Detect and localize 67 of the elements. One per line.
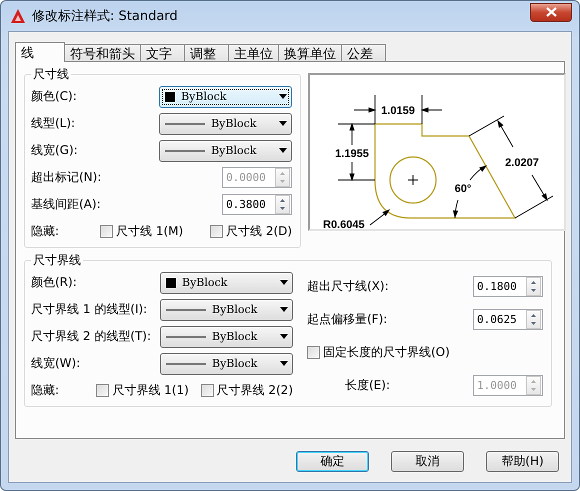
caret-icon xyxy=(279,94,288,99)
dropdown[interactable]: ByBlock xyxy=(160,326,293,348)
dropdown[interactable]: ByBlock xyxy=(160,272,293,294)
dimension-label: 60° xyxy=(454,183,472,195)
field-label: 线宽(G): xyxy=(31,142,78,159)
dimension-label: R0.6045 xyxy=(323,219,365,229)
group-title: 尺寸界线 xyxy=(32,252,82,269)
spin-arrows-icon[interactable] xyxy=(275,195,290,214)
tab[interactable]: 调整 xyxy=(184,44,229,62)
field-label: 颜色(C): xyxy=(31,88,77,105)
field-label: 超出标记(N): xyxy=(31,169,102,186)
dropdown[interactable]: ByBlock xyxy=(160,352,293,374)
spin-arrows-icon[interactable] xyxy=(526,310,541,329)
tab[interactable]: 主单位 xyxy=(228,44,279,62)
field-label: 尺寸界线 1 的线型(I): xyxy=(31,301,148,318)
app-logo-icon xyxy=(10,8,26,24)
tab[interactable]: 线 xyxy=(15,42,65,62)
dimension-label: 1.0159 xyxy=(381,105,415,117)
dropdown[interactable]: ByBlock xyxy=(160,298,293,320)
number-spinner[interactable]: 0.0625 xyxy=(473,309,543,330)
window-title: 修改标注样式: Standard xyxy=(32,8,179,25)
field-label: 隐藏: xyxy=(31,223,60,240)
dimension-label: 2.0207 xyxy=(505,157,539,169)
tab[interactable]: 文字 xyxy=(140,44,185,62)
color-swatch-icon xyxy=(166,278,176,288)
tab[interactable]: 换算单位 xyxy=(278,44,342,62)
field-label: 基线间距(A): xyxy=(31,196,101,213)
caret-icon xyxy=(280,334,288,339)
field-label: 尺寸界线 2 的线型(T): xyxy=(31,328,151,345)
field-label: 隐藏: xyxy=(31,382,60,399)
line-sample-icon xyxy=(166,334,206,338)
caret-icon xyxy=(280,280,288,285)
line-sample-icon xyxy=(166,362,206,366)
checkbox[interactable]: 尺寸界线 2(2) xyxy=(200,382,293,399)
dropdown[interactable]: ByBlock xyxy=(159,140,292,162)
field-label: 颜色(R): xyxy=(31,274,77,291)
dropdown[interactable]: ByBlock xyxy=(159,86,292,108)
field-label: 线宽(W): xyxy=(31,355,80,372)
close-button[interactable] xyxy=(530,2,572,22)
line-sample-icon xyxy=(166,308,206,312)
line-sample-icon xyxy=(165,148,206,152)
checkbox[interactable]: 尺寸线 1(M) xyxy=(100,223,210,240)
checkbox[interactable]: 固定长度的尺寸界线(O) xyxy=(307,344,450,361)
dialog-button[interactable]: 帮助(H) xyxy=(486,451,559,472)
tab[interactable]: 公差 xyxy=(341,44,386,62)
dialog-button[interactable]: 取消 xyxy=(391,451,464,472)
field-label: 起点偏移量(F): xyxy=(307,311,388,328)
checkbox[interactable]: 尺寸线 2(D) xyxy=(210,223,292,240)
field-label: 线型(L): xyxy=(31,115,76,132)
caret-icon xyxy=(279,121,288,126)
group-title: 尺寸线 xyxy=(32,66,70,83)
dimension-label: 1.1955 xyxy=(335,148,369,160)
color-swatch-icon xyxy=(165,92,176,102)
caret-icon xyxy=(280,307,288,312)
number-spinner[interactable]: 0.3800 xyxy=(222,194,292,215)
number-spinner[interactable]: 0.1800 xyxy=(473,276,543,297)
checkbox[interactable]: 尺寸界线 1(1) xyxy=(96,382,201,399)
spin-arrows-icon[interactable] xyxy=(526,277,541,296)
dropdown[interactable]: ByBlock xyxy=(159,112,292,134)
line-sample-icon xyxy=(165,122,206,126)
caret-icon xyxy=(280,361,288,366)
dialog-button[interactable]: 确定 xyxy=(296,451,369,472)
close-icon xyxy=(546,7,556,17)
field-label: 超出尺寸线(X): xyxy=(307,278,389,295)
field-label: 长度(E): xyxy=(345,377,390,394)
caret-icon xyxy=(279,148,288,153)
tab[interactable]: 符号和箭头 xyxy=(64,44,141,62)
